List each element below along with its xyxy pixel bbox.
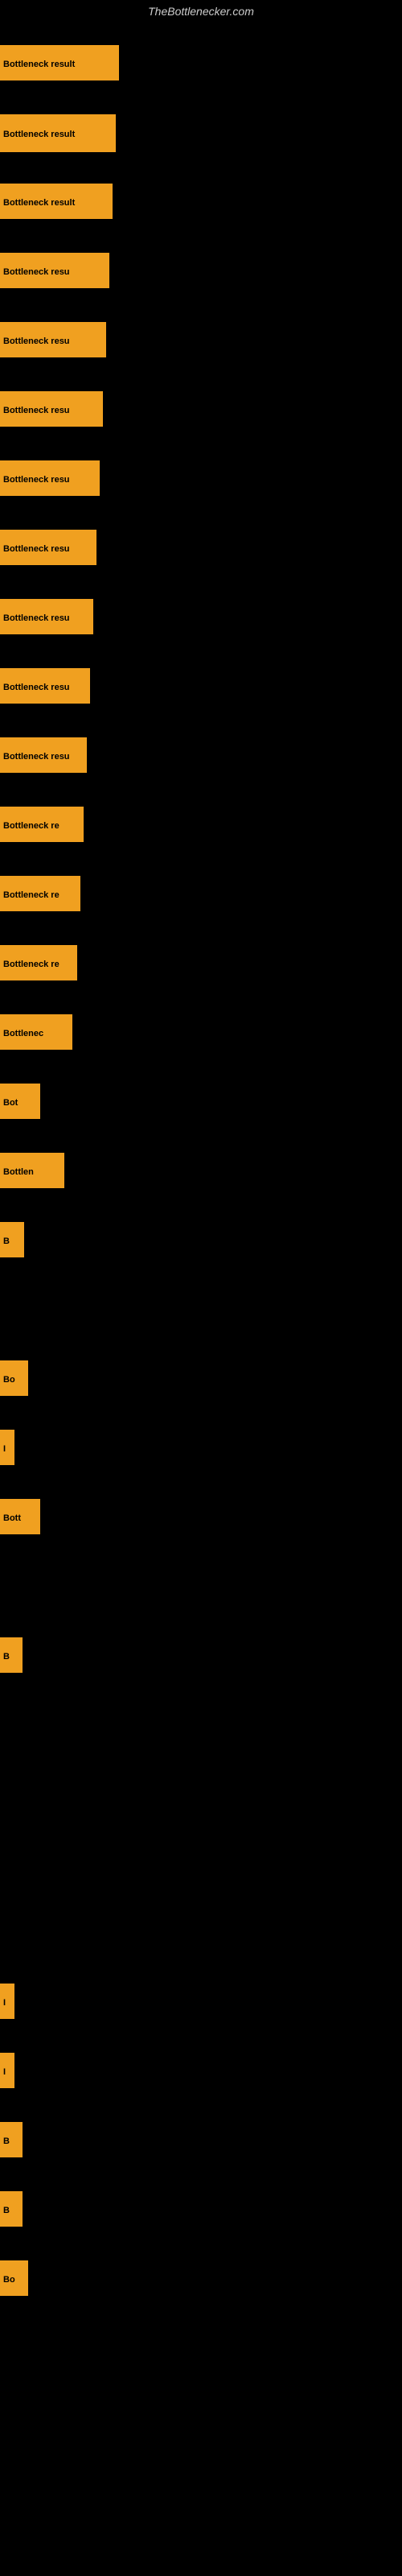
bottleneck-result-item[interactable]: Bottleneck resu (0, 322, 106, 357)
bottleneck-result-item[interactable]: Bot (0, 1084, 40, 1119)
bottleneck-result-item[interactable]: Bottleneck result (0, 114, 116, 152)
bottleneck-result-item[interactable]: Bottleneck resu (0, 668, 90, 704)
bottleneck-result-item[interactable]: Bottleneck result (0, 45, 119, 80)
bottleneck-result-item[interactable]: Bottleneck re (0, 945, 77, 980)
bottleneck-result-item[interactable]: B (0, 1222, 24, 1257)
bottleneck-result-item[interactable]: Bottlenec (0, 1014, 72, 1050)
bottleneck-result-item[interactable]: Bottleneck resu (0, 599, 93, 634)
bottleneck-result-item[interactable]: I (0, 2053, 14, 2088)
site-title: TheBottlenecker.com (0, 0, 402, 23)
bottleneck-result-item[interactable]: Bottleneck re (0, 876, 80, 911)
bottleneck-result-item[interactable]: Bott (0, 1499, 40, 1534)
bottleneck-result-item[interactable]: B (0, 2122, 23, 2157)
bottleneck-result-item[interactable]: Bo (0, 1360, 28, 1396)
bottleneck-result-item[interactable]: Bottlen (0, 1153, 64, 1188)
bottleneck-result-item[interactable]: I (0, 1984, 14, 2019)
bottleneck-result-item[interactable]: Bottleneck resu (0, 391, 103, 427)
bottleneck-result-item[interactable]: Bottleneck resu (0, 460, 100, 496)
bottleneck-result-item[interactable]: I (0, 1430, 14, 1465)
bottleneck-result-item[interactable]: Bo (0, 2260, 28, 2296)
bottleneck-result-item[interactable]: Bottleneck re (0, 807, 84, 842)
bottleneck-result-item[interactable]: Bottleneck result (0, 184, 113, 219)
bottleneck-result-item[interactable]: Bottleneck resu (0, 737, 87, 773)
bottleneck-result-item[interactable]: Bottleneck resu (0, 253, 109, 288)
bottleneck-result-item[interactable]: B (0, 2191, 23, 2227)
bottleneck-result-item[interactable]: Bottleneck resu (0, 530, 96, 565)
bottleneck-result-item[interactable]: B (0, 1637, 23, 1673)
